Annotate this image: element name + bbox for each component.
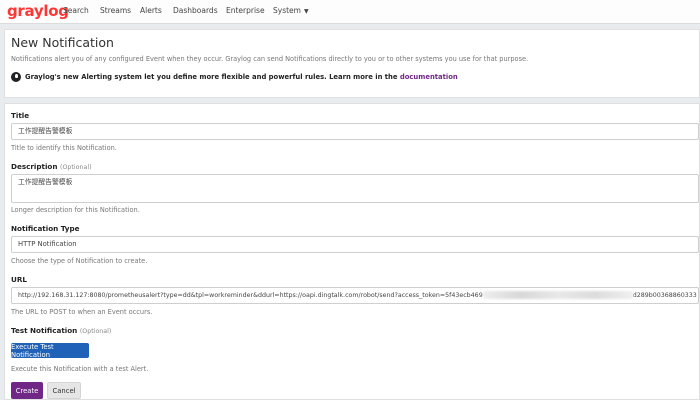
nav-alerts[interactable]: Alerts [140, 6, 162, 15]
nav-search[interactable]: Search [63, 6, 89, 15]
notification-type-label: Notification Type [11, 224, 80, 233]
title-label: Title [11, 111, 30, 120]
lightbulb-icon [11, 72, 21, 82]
description-textarea[interactable]: 工作提醒告警模板 [11, 174, 699, 203]
description-help: Longer description for this Notification… [11, 206, 140, 214]
notification-form: Title 工作提醒告警模板 Title to identify this No… [4, 103, 700, 400]
url-label: URL [11, 275, 27, 284]
url-help: The URL to POST to when an Event occurs. [11, 308, 153, 316]
url-value-start: http://192.168.31.127:8080/prometheusale… [18, 292, 483, 299]
title-input[interactable]: 工作提醒告警模板 [11, 123, 699, 140]
nav-dashboards[interactable]: Dashboards [173, 6, 218, 15]
nav-system[interactable]: System ▼ [273, 6, 309, 15]
caret-down-icon: ▼ [303, 8, 309, 15]
title-help: Title to identify this Notification. [11, 144, 117, 152]
cancel-button[interactable]: Cancel [47, 382, 81, 399]
page-title: New Notification [11, 35, 114, 50]
test-notification-help: Execute this Notification with a test Al… [11, 365, 149, 373]
description-label-text: Description [11, 162, 58, 171]
notification-type-select[interactable]: HTTP Notification [11, 236, 699, 253]
optional-tag: (Optional) [60, 164, 92, 171]
optional-tag: (Optional) [79, 328, 112, 335]
description-label: Description (Optional) [11, 162, 92, 171]
graylog-logo[interactable]: graylog [7, 2, 69, 20]
nav-streams[interactable]: Streams [100, 6, 131, 15]
header-panel: New Notification Notifications alert you… [4, 29, 700, 98]
alerting-info-text: Graylog's new Alerting system let you de… [25, 73, 398, 81]
redacted-token [482, 291, 633, 299]
notification-type-help: Choose the type of Notification to creat… [11, 257, 148, 265]
page-subtitle: Notifications alert you of any configure… [11, 55, 529, 63]
url-value-end: d289b00368860333 [632, 292, 697, 299]
test-notification-label-text: Test Notification [11, 326, 78, 335]
create-button[interactable]: Create [11, 382, 43, 399]
url-input[interactable]: http://192.168.31.127:8080/prometheusale… [11, 287, 699, 304]
execute-test-notification-button[interactable]: Execute Test Notification [11, 343, 89, 359]
documentation-link[interactable]: documentation [400, 73, 458, 81]
test-notification-label: Test Notification (Optional) [11, 326, 111, 335]
top-navbar: graylog Search Streams Alerts Dashboards… [0, 0, 700, 24]
alerting-info: Graylog's new Alerting system let you de… [11, 72, 458, 82]
nav-enterprise[interactable]: Enterprise [226, 6, 265, 15]
nav-system-label: System [273, 6, 301, 15]
